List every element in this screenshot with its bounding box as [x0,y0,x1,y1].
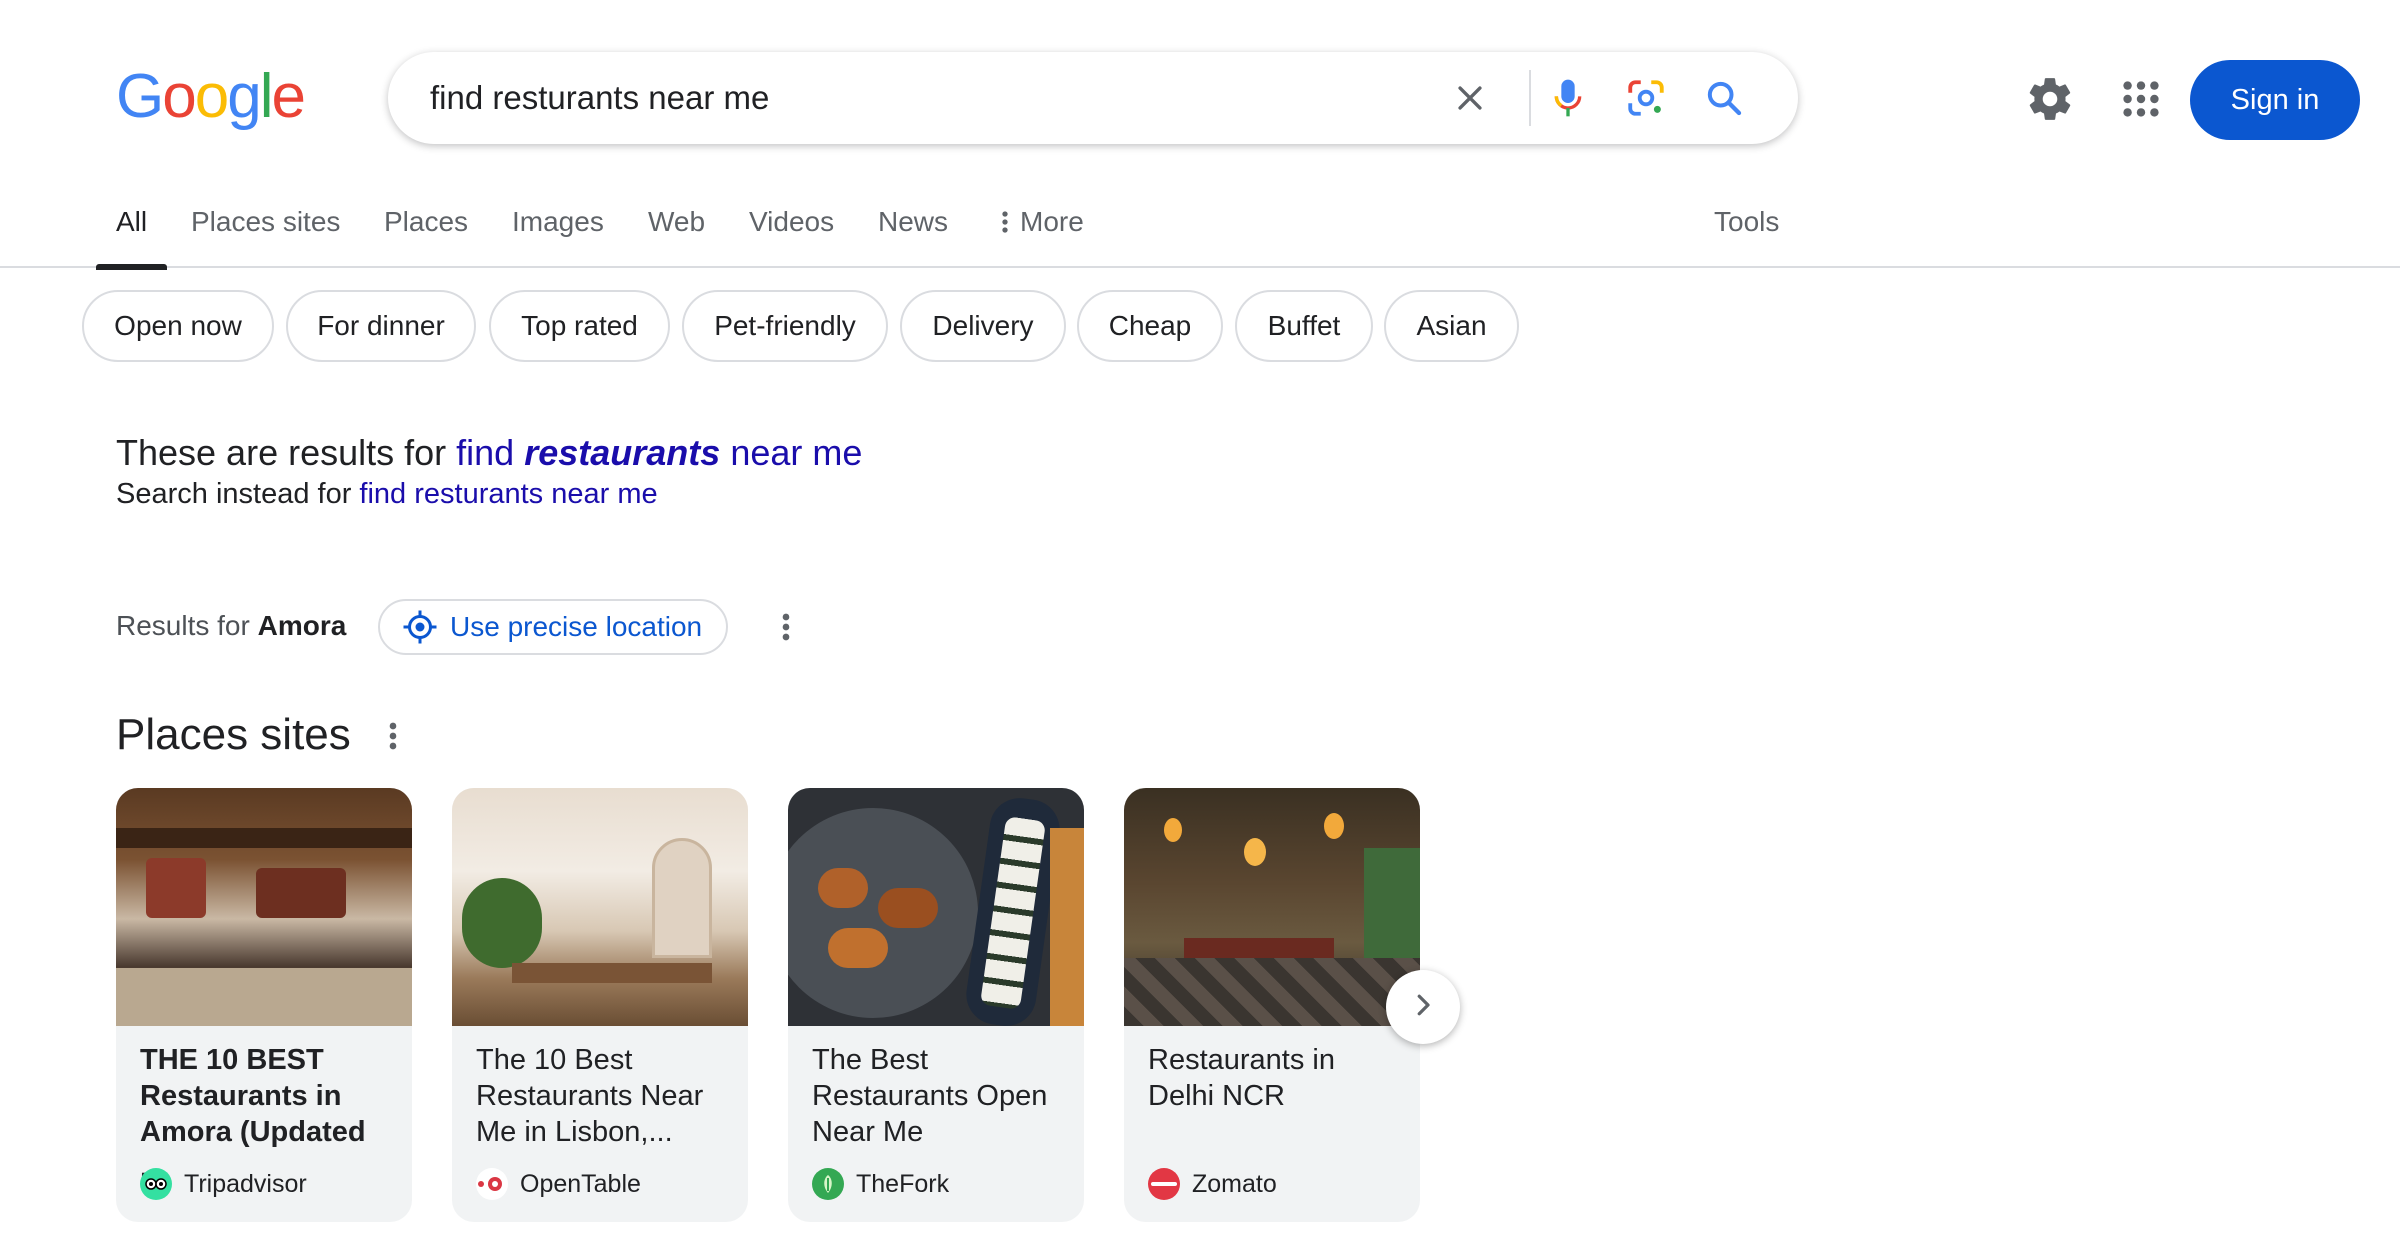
location-name: Amora [257,610,347,641]
tab-news[interactable]: News [878,206,948,268]
chip-for-dinner[interactable]: For dinner [286,290,476,362]
search-tabs: All Places sites Places Images Web Video… [0,190,2400,270]
zomato-logo-icon [1148,1168,1180,1200]
place-site-card[interactable]: The 10 Best Restaurants Near Me in Lisbo… [452,788,748,1222]
card-source: TheFork [812,1168,949,1200]
tab-more-label: More [1020,206,1084,237]
tab-more[interactable]: More [1000,206,1084,268]
places-sites-title: Places sites [116,710,351,759]
carousel-next-button[interactable] [1386,970,1460,1044]
tab-images[interactable]: Images [512,206,604,268]
card-title: The Best Restaurants Open Near Me [812,1044,1048,1148]
tab-videos[interactable]: Videos [749,206,834,268]
chevron-right-icon [1408,990,1438,1025]
search-instead-link[interactable]: find resturants near me [359,478,657,510]
spelling-correction: These are results for find restaurants n… [116,432,862,474]
tab-all[interactable]: All [95,206,168,270]
tab-places[interactable]: Places [384,206,468,268]
chip-delivery[interactable]: Delivery [900,290,1066,362]
my-location-icon [402,609,438,645]
card-thumbnail [116,788,412,1026]
results-for-label: Results for [116,610,250,641]
card-source: Zomato [1148,1168,1277,1200]
spelling-prefix: These are results for [116,432,447,473]
more-vert-icon [1000,206,1010,268]
card-thumbnail [1124,788,1420,1026]
search-divider [1529,70,1531,126]
place-site-card[interactable]: THE 10 BEST Restaurants in Amora (Update… [116,788,412,1222]
search-input[interactable]: find resturants near me [430,52,769,144]
chip-cheap[interactable]: Cheap [1077,290,1223,362]
use-precise-location-button[interactable]: Use precise location [378,599,728,655]
close-icon[interactable] [1446,74,1494,122]
card-thumbnail [452,788,748,1026]
chip-pet-friendly[interactable]: Pet-friendly [682,290,888,362]
corrected-emphasis: restaurants [524,432,721,473]
search-instead: Search instead for find resturants near … [116,478,658,511]
place-site-card[interactable]: The Best Restaurants Open Near Me TheFor… [788,788,1084,1222]
corrected-pre: find [456,432,515,473]
card-title: The 10 Best Restaurants Near Me in Lisbo… [476,1044,704,1148]
chip-buffet[interactable]: Buffet [1235,290,1373,362]
camera-lens-icon[interactable] [1622,74,1670,122]
corrected-query-link[interactable]: find restaurants near me [456,432,862,473]
apps-grid-icon[interactable] [2118,76,2164,122]
place-site-card[interactable]: Restaurants in Delhi NCR Zomato [1124,788,1420,1222]
tools-button[interactable]: Tools [1714,206,1779,268]
google-logo[interactable]: Google [116,66,306,128]
card-source-name: OpenTable [520,1169,641,1198]
search-instead-prefix: Search instead for [116,478,352,510]
more-vert-icon[interactable] [776,607,796,647]
use-precise-location-label: Use precise location [450,611,703,642]
tab-places-sites[interactable]: Places sites [191,206,340,268]
gear-icon[interactable] [2025,74,2075,124]
chip-top-rated[interactable]: Top rated [489,290,670,362]
search-icon[interactable] [1700,74,1748,122]
chip-asian[interactable]: Asian [1384,290,1519,362]
sign-in-button[interactable]: Sign in [2190,60,2360,140]
chip-open-now[interactable]: Open now [82,290,274,362]
card-source: OpenTable [476,1168,641,1200]
card-source-name: Tripadvisor [184,1169,307,1198]
microphone-icon[interactable] [1544,74,1592,122]
card-thumbnail [788,788,1084,1026]
search-box[interactable]: find resturants near me [388,52,1798,144]
opentable-logo-icon [476,1168,508,1200]
more-vert-icon[interactable] [383,716,403,756]
corrected-post: near me [730,432,863,473]
thefork-logo-icon [812,1168,844,1200]
card-source-name: TheFork [856,1169,950,1198]
card-source-name: Zomato [1192,1169,1277,1198]
card-source: Tripadvisor [140,1168,307,1200]
tripadvisor-logo-icon [140,1168,172,1200]
card-title: THE 10 BEST Restaurants in Amora (Update… [140,1044,366,1184]
card-title: Restaurants in Delhi NCR [1148,1044,1335,1112]
tab-web[interactable]: Web [648,206,705,268]
results-location: Results for Amora [116,610,346,642]
